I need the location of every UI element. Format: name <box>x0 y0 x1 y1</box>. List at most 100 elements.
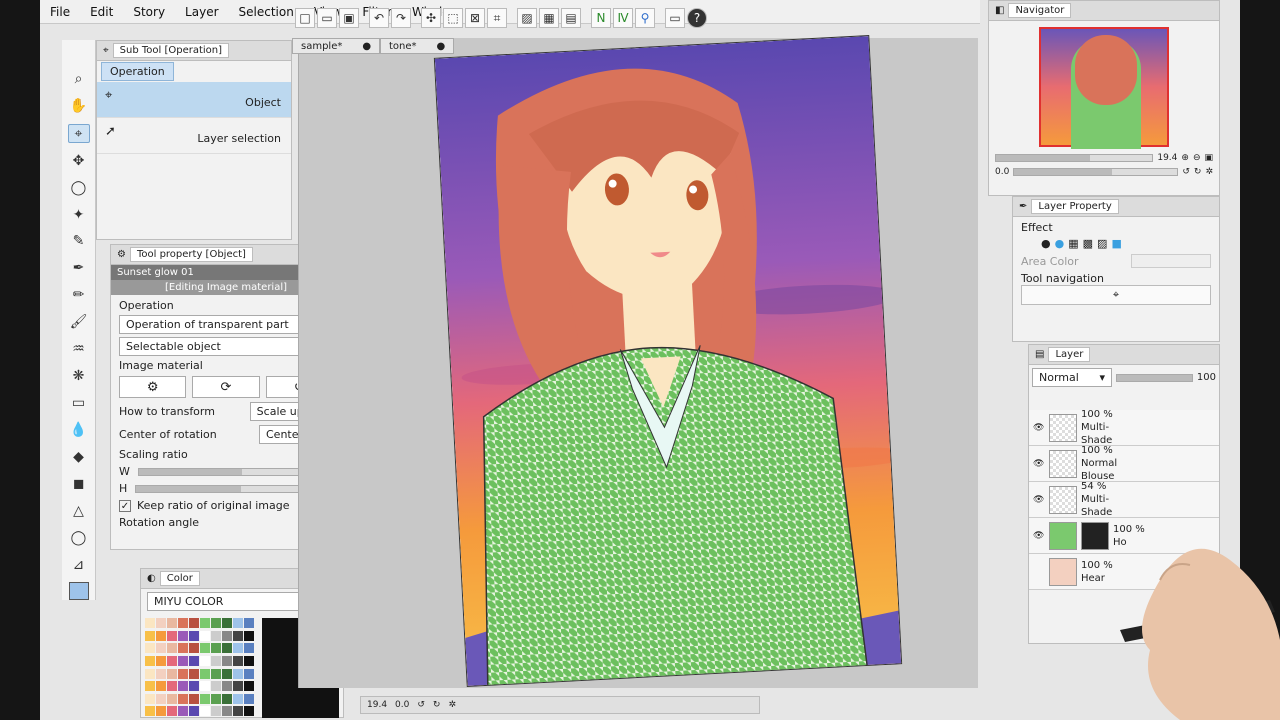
color-swatch[interactable] <box>189 630 199 641</box>
color-swatch[interactable] <box>222 618 232 628</box>
blend-mode-dropdown[interactable]: Normal ▾ <box>1032 368 1112 387</box>
new-file-icon[interactable]: □ <box>295 8 315 28</box>
color-swatch[interactable] <box>200 630 210 641</box>
transform-icon[interactable]: ✣ <box>421 8 441 28</box>
rotate-right-icon[interactable]: ↻ <box>433 700 441 710</box>
color-swatch[interactable] <box>233 693 243 704</box>
color-swatch[interactable] <box>156 668 166 679</box>
color-swatch[interactable] <box>200 655 210 666</box>
color-swatch[interactable] <box>222 693 232 704</box>
subtool-item-object[interactable]: ⌖ Object <box>97 82 291 118</box>
color-swatch[interactable] <box>244 630 254 641</box>
color-swatch[interactable] <box>189 618 199 628</box>
width-slider[interactable] <box>137 467 311 476</box>
layer-property-tab[interactable]: Layer Property <box>1031 199 1119 214</box>
pen-icon[interactable]: ✒ <box>68 259 90 278</box>
color-swatch[interactable] <box>145 668 155 679</box>
height-slider[interactable] <box>135 484 311 493</box>
color-swatch[interactable] <box>200 681 210 692</box>
color-swatch[interactable] <box>244 643 254 654</box>
color-swatch[interactable] <box>211 681 221 692</box>
color-swatch[interactable] <box>222 668 232 679</box>
keep-ratio-checkbox[interactable]: ✓ <box>119 499 131 512</box>
color-swatch[interactable] <box>211 618 221 628</box>
tool-navigation-button[interactable]: ⌖ <box>1021 285 1211 305</box>
color-swatch[interactable] <box>167 655 177 666</box>
zoom-tool-icon[interactable]: ⌕ <box>68 70 90 89</box>
clear-icon[interactable]: ▨ <box>517 8 537 28</box>
ruler-icon[interactable]: ⊿ <box>68 555 90 574</box>
undo-icon[interactable]: ↶ <box>369 8 389 28</box>
perspective-snap-icon[interactable]: ⚲ <box>635 8 655 28</box>
color-swatch[interactable] <box>244 681 254 692</box>
reset-rotation-icon[interactable]: ✲ <box>1205 167 1213 177</box>
color-swatch[interactable] <box>189 655 199 666</box>
select-all-icon[interactable]: ⬚ <box>443 8 463 28</box>
layer-row[interactable]: 👁 54 % Multi- Shade <box>1029 481 1219 518</box>
color-swatch[interactable] <box>178 693 188 704</box>
visibility-eye-icon[interactable]: 👁 <box>1033 495 1045 505</box>
color-swatch[interactable] <box>233 655 243 666</box>
visibility-eye-icon[interactable]: 👁 <box>1033 531 1045 541</box>
eyedropper-icon[interactable]: ✎ <box>68 232 90 251</box>
subtool-title[interactable]: Sub Tool [Operation] <box>112 43 230 58</box>
layer-row[interactable]: 👁 100 % Normal Blouse <box>1029 445 1219 482</box>
color-swatch[interactable] <box>244 668 254 679</box>
move-layer-icon[interactable]: ✥ <box>68 151 90 170</box>
hand-tool-icon[interactable]: ✋ <box>68 97 90 116</box>
color-swatch[interactable] <box>189 643 199 654</box>
color-swatch[interactable] <box>156 630 166 641</box>
color-swatch[interactable] <box>156 706 166 717</box>
color-swatch[interactable] <box>200 668 210 679</box>
status-angle[interactable]: 0.0 <box>395 700 409 710</box>
opacity-slider[interactable] <box>1116 373 1193 382</box>
effect-border-icon[interactable]: ● <box>1041 237 1051 250</box>
color-swatch[interactable] <box>145 618 155 628</box>
rotate-left-icon[interactable]: ↺ <box>1182 167 1190 177</box>
color-swatch[interactable] <box>233 706 243 717</box>
color-swatch[interactable] <box>222 630 232 641</box>
menu-selection[interactable]: Selection <box>229 5 304 19</box>
color-swatch[interactable] <box>233 618 243 628</box>
color-swatch[interactable] <box>233 643 243 654</box>
visibility-eye-icon[interactable]: 👁 <box>1033 423 1045 433</box>
opacity-value[interactable]: 100 <box>1197 372 1216 383</box>
layer-row[interactable]: 👁 100 % Multi- Shade <box>1029 409 1219 446</box>
color-swatch[interactable] <box>178 681 188 692</box>
navigator-preview[interactable] <box>1039 27 1169 149</box>
color-swatch[interactable] <box>211 693 221 704</box>
open-file-icon[interactable]: ▭ <box>317 8 337 28</box>
navigator-tab[interactable]: Navigator <box>1008 3 1072 18</box>
color-swatch[interactable] <box>145 706 155 717</box>
color-swatch[interactable] <box>222 655 232 666</box>
color-swatch[interactable] <box>145 693 155 704</box>
zoom-out-icon[interactable]: ⊖ <box>1193 153 1201 163</box>
color-swatch[interactable] <box>233 668 243 679</box>
color-swatch[interactable] <box>211 643 221 654</box>
color-swatch[interactable] <box>189 681 199 692</box>
color-swatch[interactable] <box>200 693 210 704</box>
zoom-slider[interactable] <box>995 154 1154 162</box>
main-color-swatch[interactable] <box>68 582 89 600</box>
rotation-slider[interactable] <box>1013 168 1179 176</box>
lasso-icon[interactable]: ◯ <box>68 178 90 197</box>
airbrush-icon[interactable]: ♒ <box>68 340 90 359</box>
color-swatches[interactable] <box>141 614 258 720</box>
color-swatch[interactable] <box>233 681 243 692</box>
color-swatch[interactable] <box>178 668 188 679</box>
color-swatch[interactable] <box>222 681 232 692</box>
reset-rotation-icon[interactable]: ✲ <box>448 700 456 710</box>
color-swatch[interactable] <box>178 655 188 666</box>
color-swatch[interactable] <box>156 618 166 628</box>
menu-story[interactable]: Story <box>123 5 175 19</box>
document-tab-tone[interactable]: tone* ● <box>380 38 455 54</box>
color-swatch[interactable] <box>178 643 188 654</box>
color-swatch[interactable] <box>200 618 210 628</box>
rotate-left-icon[interactable]: ↺ <box>417 700 425 710</box>
layer-tab[interactable]: Layer <box>1048 347 1091 362</box>
color-swatch[interactable] <box>244 655 254 666</box>
color-swatch[interactable] <box>222 706 232 717</box>
color-swatch[interactable] <box>189 693 199 704</box>
redo-icon[interactable]: ↷ <box>391 8 411 28</box>
tool-property-title[interactable]: Tool property [Object] <box>129 247 253 262</box>
